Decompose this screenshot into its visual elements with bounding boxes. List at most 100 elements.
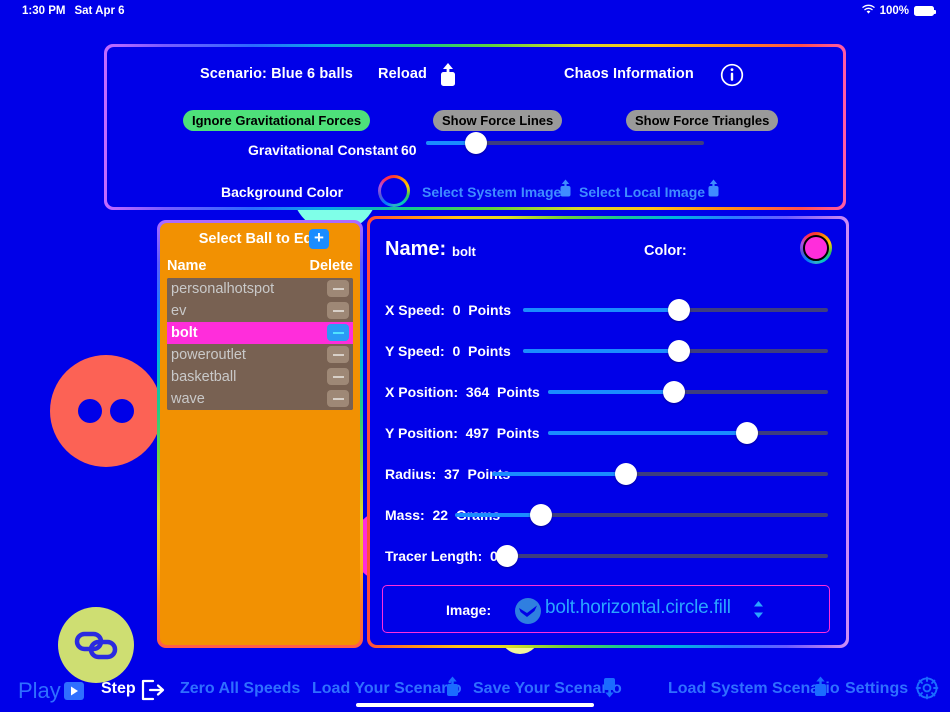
radius-slider[interactable]	[492, 463, 828, 485]
add-ball-button[interactable]: +	[309, 229, 329, 249]
list-item[interactable]: wave	[167, 388, 353, 410]
slider-track	[498, 554, 828, 558]
image-picker[interactable]: Image: bolt.horizontal.circle.fill	[382, 585, 830, 633]
load-your-scenario-button[interactable]: Load Your Scenario	[312, 680, 462, 698]
save-your-scenario-button[interactable]: Save Your Scenario	[473, 680, 622, 698]
play-button[interactable]: Play	[18, 678, 61, 704]
step-arrow-icon[interactable]	[140, 679, 165, 706]
image-value[interactable]: bolt.horizontal.circle.fill	[545, 597, 731, 619]
mass-slider[interactable]	[455, 504, 828, 526]
ball-name: poweroutlet	[171, 347, 246, 363]
delete-ball-button[interactable]	[327, 346, 349, 363]
status-date: Sat Apr 6	[74, 5, 125, 17]
tracer-length-slider[interactable]	[496, 545, 828, 567]
ball-name: personalhotspot	[171, 281, 275, 297]
toggle-show-force-lines[interactable]: Show Force Lines	[433, 110, 563, 131]
background-color-swatch[interactable]	[378, 175, 410, 207]
gear-icon[interactable]	[915, 676, 939, 705]
ball-editor-panel: Name: bolt Color: X Speed: 0 Points Y Sp…	[367, 216, 849, 648]
select-system-image-button[interactable]: Select System Image	[422, 184, 561, 200]
slider-knob[interactable]	[735, 422, 758, 444]
top-control-panel-inner: Scenario: Blue 6 balls Reload Chaos Info…	[107, 47, 843, 207]
chevron-up-down-icon[interactable]	[752, 599, 765, 625]
delete-ball-button[interactable]	[327, 368, 349, 385]
property-label: X Speed: 0 Points	[385, 302, 512, 318]
reload-button[interactable]: Reload	[378, 66, 427, 82]
property-label: Tracer Length: 0	[385, 548, 498, 564]
scenario-label: Scenario: Blue 6 balls	[200, 66, 353, 82]
slider-knob[interactable]	[667, 299, 690, 321]
ball-name: ev	[171, 303, 187, 319]
background-color-fill	[381, 178, 407, 204]
color-label: Color:	[644, 243, 687, 259]
y-position-slider[interactable]	[548, 422, 828, 444]
list-item[interactable]: basketball	[167, 366, 353, 388]
select-local-image-share-up-icon[interactable]	[706, 179, 721, 203]
background-color-label: Background Color	[221, 184, 344, 200]
gravitational-constant-slider[interactable]	[426, 132, 704, 154]
property-label: Y Speed: 0 Points	[385, 343, 511, 359]
battery-icon	[914, 6, 936, 16]
zero-all-speeds-button[interactable]: Zero All Speeds	[180, 680, 300, 698]
status-bar-left: 1:30 PM Sat Apr 6	[22, 5, 125, 17]
list-item[interactable]: ev	[167, 300, 353, 322]
chaos-information-button[interactable]: Chaos Information	[564, 66, 694, 82]
delete-ball-button[interactable]	[327, 390, 349, 407]
delete-ball-button[interactable]	[327, 302, 349, 319]
ball-color-fill	[803, 235, 829, 261]
load-system-scenario-share-up-icon[interactable]	[812, 676, 829, 703]
delete-ball-button[interactable]	[327, 280, 349, 297]
ball-list-panel-inner: Select Ball to Edit + Name Delete person…	[160, 223, 360, 645]
app-root: 1:30 PM Sat Apr 6 100% Scenario: Blue 6 …	[0, 0, 950, 712]
settings-button[interactable]: Settings	[845, 680, 908, 698]
slider-fill	[523, 349, 679, 353]
list-item-selected[interactable]: bolt	[167, 322, 353, 344]
info-circle-icon[interactable]	[720, 63, 744, 92]
slider-knob[interactable]	[465, 132, 488, 154]
ball-list[interactable]: personalhotspot ev bolt poweroutlet bask…	[167, 278, 353, 410]
select-local-image-button[interactable]: Select Local Image	[579, 184, 705, 200]
bolt-horizontal-circle-fill-icon	[515, 598, 541, 629]
ball-list-panel: Select Ball to Edit + Name Delete person…	[157, 220, 363, 648]
status-time: 1:30 PM	[22, 5, 66, 17]
toggle-show-force-triangles[interactable]: Show Force Triangles	[626, 110, 779, 131]
scenario-row: Scenario: Blue 6 balls Reload Chaos Info…	[104, 62, 846, 90]
select-system-image-share-up-icon[interactable]	[558, 179, 573, 203]
slider-fill	[548, 431, 747, 435]
property-row-x-speed: X Speed: 0 Points	[370, 299, 846, 321]
x-speed-slider[interactable]	[523, 299, 828, 321]
ball-name: basketball	[171, 369, 237, 385]
ball-name: wave	[171, 391, 205, 407]
x-position-slider[interactable]	[548, 381, 828, 403]
list-item[interactable]: poweroutlet	[167, 344, 353, 366]
slider-fill	[523, 308, 679, 312]
y-speed-slider[interactable]	[523, 340, 828, 362]
slider-fill	[548, 390, 674, 394]
slider-knob[interactable]	[615, 463, 638, 485]
delete-ball-button[interactable]	[327, 324, 349, 341]
share-up-icon[interactable]	[437, 62, 459, 93]
wifi-icon	[861, 4, 875, 18]
ball-color-swatch[interactable]	[800, 232, 832, 264]
gravitational-constant-label: Gravitational Constant	[248, 142, 399, 158]
ball-list-header: Name Delete	[160, 258, 360, 276]
slider-fill	[455, 513, 541, 517]
load-your-scenario-share-up-icon[interactable]	[444, 676, 461, 703]
property-row-x-position: X Position: 364 Points	[370, 381, 846, 403]
save-your-scenario-share-down-icon[interactable]	[601, 676, 618, 703]
step-button[interactable]: Step	[101, 680, 136, 698]
toggle-ignore-gravitational-forces[interactable]: Ignore Gravitational Forces	[183, 110, 371, 131]
slider-knob[interactable]	[529, 504, 552, 526]
slider-knob[interactable]	[667, 340, 690, 362]
slider-knob[interactable]	[663, 381, 685, 403]
name-label: Name:	[385, 238, 447, 260]
name-field[interactable]: bolt	[452, 244, 476, 259]
property-label: X Position: 364 Points	[385, 384, 540, 400]
home-indicator	[356, 703, 594, 707]
gravitational-constant-value: 60	[401, 142, 417, 158]
slider-knob[interactable]	[496, 545, 518, 567]
property-row-mass: Mass: 22 Grams	[370, 504, 846, 526]
list-item[interactable]: personalhotspot	[167, 278, 353, 300]
play-rectangle-icon[interactable]	[63, 681, 85, 706]
top-control-panel: Scenario: Blue 6 balls Reload Chaos Info…	[104, 44, 846, 210]
